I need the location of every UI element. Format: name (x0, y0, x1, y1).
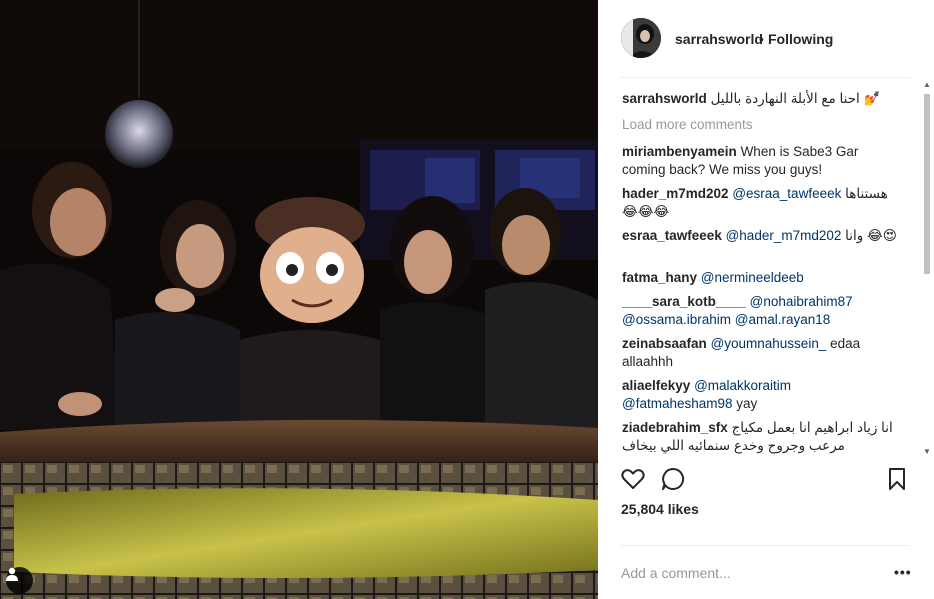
comment-username[interactable]: hader_m7md202 (622, 186, 729, 201)
comments-list: sarrahsworld احنا مع الأبلة النهاردة بال… (622, 90, 904, 455)
post-username[interactable]: sarrahsworld (675, 31, 763, 47)
separator-dot: • (759, 31, 764, 47)
more-options-button[interactable]: ••• (894, 564, 912, 580)
comment-text: وانا 😂😍 (845, 228, 897, 243)
comment-mention[interactable]: @youmnahussein_ (711, 336, 827, 351)
post-sidebar: sarrahsworld • Following sarrahsworld اح… (598, 0, 934, 599)
comments-scrollbar[interactable]: ▲ ▼ (922, 80, 932, 456)
list-item: miriambenyamein When is Sabe3 Gar coming… (622, 143, 904, 179)
comment-username[interactable]: ziadebrahim_sfx (622, 420, 728, 435)
avatar[interactable] (621, 18, 661, 58)
comment-username[interactable]: fatma_hany (622, 270, 697, 285)
list-item: fatma_hany @nermineeldeeb (622, 269, 904, 287)
comment-mention[interactable]: @nermineeldeeb (701, 270, 804, 285)
list-item: zeinabsaafan @youmnahussein_ edaa allaah… (622, 335, 904, 371)
post-photo[interactable] (0, 0, 598, 599)
caption: sarrahsworld احنا مع الأبلة النهاردة بال… (622, 90, 904, 108)
add-comment-input[interactable]: Add a comment... (621, 565, 731, 581)
post-actions (620, 466, 914, 494)
scrollbar-thumb[interactable] (924, 94, 930, 274)
list-item: ____sara_kotb____ @nohaibrahim87 @ossama… (622, 293, 904, 329)
caption-username[interactable]: sarrahsworld (622, 91, 707, 106)
comment-username[interactable]: esraa_tawfeeek (622, 228, 722, 243)
comment-username[interactable]: zeinabsaafan (622, 336, 707, 351)
heart-outline-icon[interactable] (620, 466, 646, 492)
bookmark-icon[interactable] (884, 466, 910, 492)
comment-text: yay (736, 396, 758, 411)
list-item: aliaelfekyy @malakkoraitim @fatmahesham9… (622, 377, 904, 413)
header-divider (620, 77, 910, 78)
following-button[interactable]: Following (768, 31, 833, 47)
comment-username[interactable]: aliaelfekyy (622, 378, 690, 393)
comment-mention[interactable]: @esraa_tawfeeek (732, 186, 841, 201)
list-item: ziadebrahim_sfx انا زياد ابراهيم انا بعم… (622, 419, 904, 455)
footer-divider (620, 545, 910, 546)
comment-mention[interactable]: @hader_m7md202 (726, 228, 842, 243)
caption-text: احنا مع الأبلة النهاردة بالليل (710, 91, 860, 106)
list-item: esraa_tawfeeek @hader_m7md202 وانا 😂😍 (622, 227, 904, 245)
comment-username[interactable]: ____sara_kotb____ (622, 294, 746, 309)
speech-bubble-icon[interactable] (660, 466, 686, 492)
likes-count[interactable]: 25,804 likes (621, 501, 699, 517)
person-tag-icon[interactable] (6, 567, 33, 594)
scroll-up-arrow-icon[interactable]: ▲ (923, 80, 931, 89)
caption-emoji: 💅 (863, 91, 881, 106)
post-photo-image (0, 0, 598, 599)
post-header: sarrahsworld • Following (598, 0, 934, 78)
list-item: hader_m7md202 @esraa_tawfeeek هستناها 😂😂… (622, 185, 904, 221)
comment-username[interactable]: miriambenyamein (622, 144, 737, 159)
load-more-comments-button[interactable]: Load more comments (622, 117, 753, 132)
scroll-down-arrow-icon[interactable]: ▼ (923, 447, 931, 456)
